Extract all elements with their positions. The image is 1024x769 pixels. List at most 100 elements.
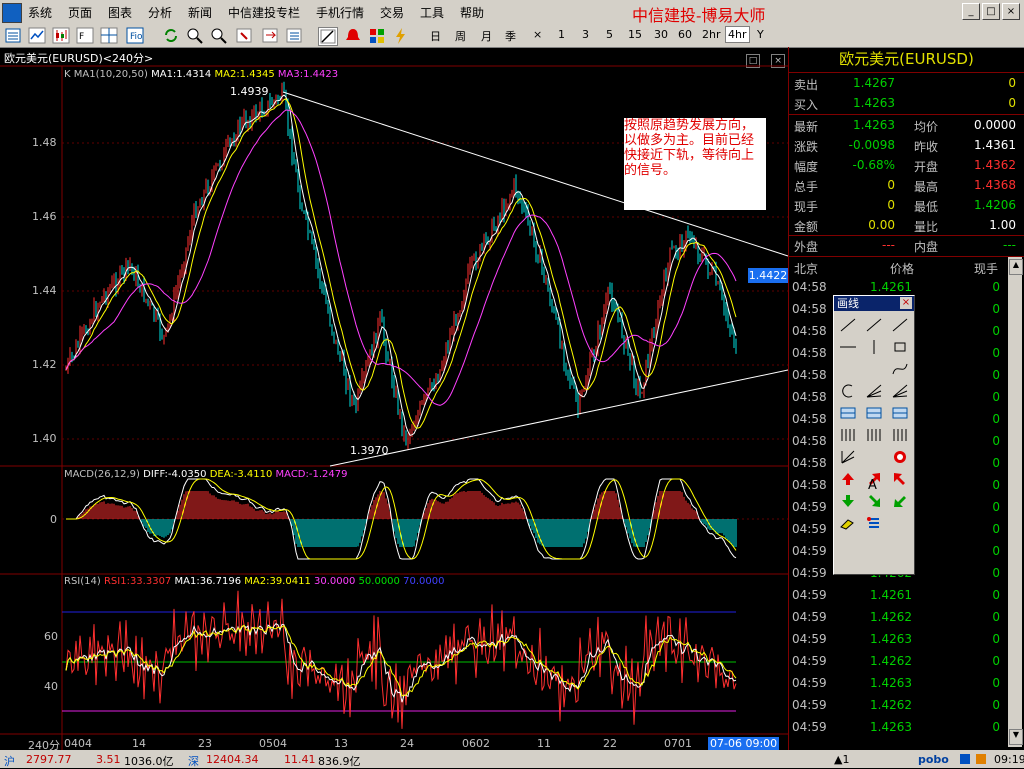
period-month[interactable]: 月: [481, 28, 492, 44]
split-view-icon[interactable]: [100, 27, 118, 44]
refresh-icon[interactable]: [162, 27, 180, 44]
menu-help[interactable]: 帮助: [460, 4, 484, 21]
status-bar: 沪 2797.77 3.51 1036.0亿 深 12404.34 11.41 …: [0, 750, 1024, 768]
period-lines-icon[interactable]: [838, 426, 858, 444]
analysis-note[interactable]: 按照原趋势发展方向，以做多为主。目前已经快接近下轨，等待向上的信号。: [624, 118, 766, 210]
chart-close-button[interactable]: ×: [771, 54, 786, 68]
drawing-tools-panel[interactable]: 画线 × A: [833, 295, 915, 575]
rsi-ma2-line: [65, 624, 737, 697]
menu-news[interactable]: 新闻: [188, 4, 212, 21]
vertical-line-icon[interactable]: [864, 338, 884, 356]
f10-icon[interactable]: F: [76, 27, 94, 44]
period-30min[interactable]: 30: [654, 28, 668, 41]
period-5min[interactable]: 5: [606, 28, 613, 41]
period-year[interactable]: Y: [757, 28, 764, 41]
quote-value: 1.4361: [974, 138, 1016, 152]
zoom-in-icon[interactable]: [186, 27, 204, 44]
grid-icon[interactable]: [890, 404, 910, 422]
down-right-arrow-icon[interactable]: [864, 492, 884, 510]
tick-volume: 0: [992, 390, 1000, 404]
scroll-down-icon[interactable]: ▼: [1009, 729, 1023, 745]
period-4hr-active[interactable]: 4hr: [725, 26, 750, 43]
speed-lines-icon[interactable]: [838, 448, 858, 466]
menu-analysis[interactable]: 分析: [148, 4, 172, 21]
line-chart-icon[interactable]: [28, 27, 46, 44]
rectangle-icon[interactable]: [890, 338, 910, 356]
menu-citic-column[interactable]: 中信建投专栏: [228, 4, 300, 21]
y-tick-label: 1.48: [32, 136, 57, 149]
period-2hr[interactable]: 2hr: [702, 28, 721, 41]
period-day[interactable]: 日: [430, 28, 441, 44]
period-60min[interactable]: 60: [678, 28, 692, 41]
period-close[interactable]: ×: [533, 28, 542, 41]
tick-scrollbar[interactable]: ▲ ▼: [1008, 257, 1023, 747]
macd-legend: MACD(26,12,9) DIFF:-4.0350 DEA:-3.4110 M…: [64, 469, 347, 480]
horizontal-ray-icon[interactable]: [838, 338, 858, 356]
menu-tools[interactable]: 工具: [420, 4, 444, 21]
arc-icon[interactable]: [890, 360, 910, 378]
period-week[interactable]: 周: [455, 28, 466, 44]
target-icon[interactable]: [890, 448, 910, 466]
lower-trendline: [329, 369, 789, 467]
gann-fan-icon[interactable]: [864, 382, 884, 400]
grid-icon[interactable]: [838, 404, 858, 422]
formula-icon[interactable]: [236, 27, 254, 44]
menu-trade[interactable]: 交易: [380, 4, 404, 21]
settings-icon[interactable]: [864, 514, 884, 532]
close-button[interactable]: ×: [1002, 3, 1020, 20]
kline-chart-icon[interactable]: [52, 27, 70, 44]
period-lines-icon[interactable]: [864, 426, 884, 444]
tick-header-price: 价格: [890, 262, 915, 276]
menu-page[interactable]: 页面: [68, 4, 92, 21]
diagonal-line-icon[interactable]: [838, 316, 858, 334]
sz-change: 11.41: [284, 753, 316, 766]
export-icon[interactable]: [262, 27, 280, 44]
maximize-button[interactable]: □: [982, 3, 1000, 20]
tick-row: 04:59 1.4263 0: [792, 676, 1004, 698]
zoom-out-icon[interactable]: [210, 27, 228, 44]
cycle-icon[interactable]: [838, 382, 858, 400]
period-1min[interactable]: 1: [558, 28, 565, 41]
period-15min[interactable]: 15: [628, 28, 642, 41]
quote-list-icon[interactable]: [4, 27, 22, 44]
grid-icon[interactable]: [864, 404, 884, 422]
x-tick-label: 23: [198, 737, 212, 750]
import-icon[interactable]: [286, 27, 304, 44]
sh-label: 沪: [4, 755, 15, 768]
minimize-button[interactable]: _: [962, 3, 980, 20]
period-quarter[interactable]: 季: [505, 28, 516, 44]
scroll-up-icon[interactable]: ▲: [1009, 259, 1023, 275]
arrow-line-icon[interactable]: [864, 360, 884, 378]
tick-row: 04:59 1.4262 0: [792, 698, 1004, 720]
indicator-icon[interactable]: [368, 27, 386, 44]
text-tool-icon[interactable]: A: [868, 478, 877, 493]
up-arrow-icon[interactable]: [838, 470, 858, 488]
drawing-panel-titlebar[interactable]: 画线 ×: [834, 296, 914, 311]
tick-volume: 0: [992, 654, 1000, 668]
menu-system[interactable]: 系统: [28, 4, 52, 21]
chart-restore-button[interactable]: □: [746, 54, 760, 68]
alert-indicator[interactable]: ▲1: [834, 753, 849, 766]
flash-icon[interactable]: [392, 27, 410, 44]
toolbar: F Fio 日 周 月 季 × 1 3 5 15 30 60 2hr 4hr Y: [0, 24, 1024, 48]
eraser-icon[interactable]: [838, 514, 858, 532]
tick-volume: 0: [992, 434, 1000, 448]
sh-index: 2797.77: [26, 753, 72, 766]
drawing-panel-close-button[interactable]: ×: [900, 297, 912, 309]
ray-icon[interactable]: [864, 316, 884, 334]
period-3min[interactable]: 3: [582, 28, 589, 41]
draw-line-icon[interactable]: [318, 27, 338, 46]
parallel-lines-icon[interactable]: [890, 316, 910, 334]
down-arrow-icon[interactable]: [838, 492, 858, 510]
up-left-arrow-icon[interactable]: [890, 470, 910, 488]
tick-time: 04:59: [792, 522, 827, 536]
period-lines-icon[interactable]: [890, 426, 910, 444]
info-icon[interactable]: Fio: [126, 27, 144, 44]
trend-line-icon[interactable]: [838, 360, 858, 378]
menu-chart[interactable]: 图表: [108, 4, 132, 21]
x-tick-label: 14: [132, 737, 146, 750]
menu-mobile-quotes[interactable]: 手机行情: [316, 4, 364, 21]
down-left-arrow-icon[interactable]: [890, 492, 910, 510]
fibonacci-fan-icon[interactable]: [890, 382, 910, 400]
alarm-icon[interactable]: [344, 27, 362, 44]
